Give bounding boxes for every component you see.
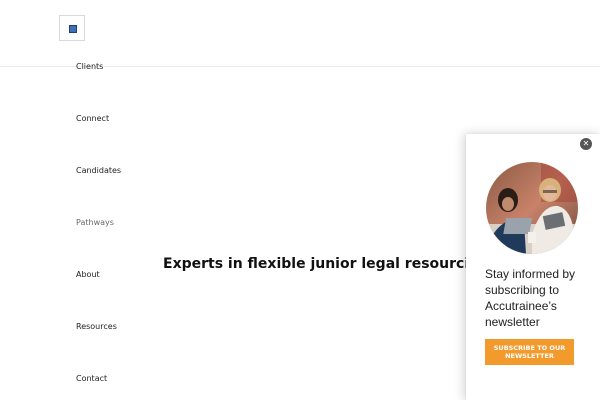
site-logo[interactable] xyxy=(59,15,85,41)
logo-icon xyxy=(69,25,77,33)
newsletter-popup: ✕ Stay informed by subscribing to Accutr… xyxy=(466,134,600,400)
nav-item-about[interactable]: About xyxy=(76,270,100,280)
nav-item-clients[interactable]: Clients xyxy=(76,62,103,72)
nav-item-candidates[interactable]: Candidates xyxy=(76,166,121,176)
newsletter-message: Stay informed by subscribing to Accutrai… xyxy=(485,267,576,329)
hero-title: Experts in flexible junior legal resourc… xyxy=(163,256,490,272)
site-header xyxy=(0,0,600,67)
nav-item-connect[interactable]: Connect xyxy=(76,114,109,124)
nav-item-contact[interactable]: Contact xyxy=(76,374,107,384)
close-icon[interactable]: ✕ xyxy=(580,138,592,150)
nav-item-resources[interactable]: Resources xyxy=(76,322,117,332)
newsletter-photo xyxy=(486,162,578,254)
nav-item-pathways[interactable]: Pathways xyxy=(76,218,114,228)
subscribe-button[interactable]: SUBSCRIBE TO OUR NEWSLETTER xyxy=(485,339,574,365)
